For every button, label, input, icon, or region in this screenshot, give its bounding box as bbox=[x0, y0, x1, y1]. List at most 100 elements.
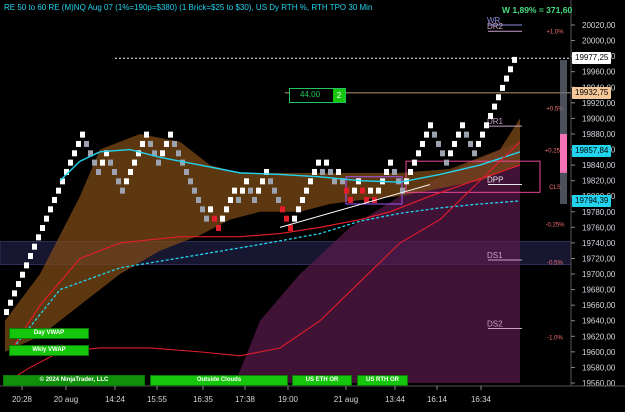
renko-brick bbox=[192, 187, 197, 194]
renko-brick bbox=[472, 150, 477, 157]
renko-brick bbox=[436, 140, 441, 147]
x-tick-label: 13:44 bbox=[385, 395, 406, 404]
renko-brick bbox=[156, 159, 161, 166]
renko-brick bbox=[68, 159, 73, 166]
renko-brick bbox=[408, 168, 413, 175]
renko-brick bbox=[112, 168, 117, 175]
renko-brick bbox=[72, 150, 77, 157]
renko-brick bbox=[476, 140, 481, 147]
wkly-vwap-button[interactable]: Wkly VWAP bbox=[9, 345, 89, 356]
renko-brick bbox=[344, 187, 349, 194]
x-tick-label: 16:14 bbox=[427, 395, 448, 404]
renko-brick bbox=[312, 168, 317, 175]
outside-clouds-button[interactable]: Outside Clouds bbox=[150, 375, 288, 386]
renko-brick bbox=[196, 196, 201, 203]
chart-title: RE 50 to 60 RE (M)NQ Aug 07 (1%=190p=$38… bbox=[4, 3, 373, 12]
chart-canvas[interactable]: WRDR2DR1DPPDS1DS2+1.0%+0.5%+0.25%CLS-0.2… bbox=[0, 0, 625, 412]
price-tag: 19977,25 bbox=[572, 52, 612, 65]
renko-brick bbox=[116, 178, 121, 185]
volume-bar-gray bbox=[560, 60, 567, 204]
renko-brick bbox=[320, 168, 325, 175]
y-tick-label: 19700,00 bbox=[582, 270, 616, 279]
renko-brick bbox=[336, 168, 341, 175]
renko-brick bbox=[164, 140, 169, 147]
renko-brick bbox=[352, 187, 357, 194]
renko-brick bbox=[392, 168, 397, 175]
renko-brick bbox=[416, 150, 421, 157]
renko-brick bbox=[496, 94, 501, 101]
renko-brick bbox=[148, 140, 153, 147]
x-tick-label: 16:34 bbox=[471, 395, 492, 404]
renko-brick bbox=[428, 122, 433, 129]
renko-brick bbox=[184, 168, 189, 175]
renko-brick bbox=[244, 178, 249, 185]
order-quantity-box[interactable]: 44,00 2 bbox=[289, 88, 346, 103]
renko-brick bbox=[316, 159, 321, 166]
renko-brick bbox=[56, 187, 61, 194]
volume-bar-pink bbox=[560, 133, 567, 173]
renko-brick bbox=[396, 178, 401, 185]
renko-brick bbox=[300, 196, 305, 203]
renko-brick bbox=[232, 187, 237, 194]
y-tick-label: 19960,00 bbox=[582, 68, 616, 77]
renko-brick bbox=[40, 225, 45, 232]
renko-brick bbox=[8, 299, 13, 306]
pct-label: +1.0% bbox=[546, 29, 564, 35]
renko-brick bbox=[100, 159, 105, 166]
renko-brick bbox=[324, 159, 329, 166]
y-tick-label: 20020,00 bbox=[582, 21, 616, 30]
x-tick-label: 14:24 bbox=[105, 395, 126, 404]
renko-brick bbox=[28, 253, 33, 260]
renko-brick bbox=[96, 168, 101, 175]
renko-brick bbox=[220, 215, 225, 222]
renko-brick bbox=[348, 196, 353, 203]
renko-brick bbox=[204, 215, 209, 222]
order-count-badge[interactable]: 2 bbox=[333, 89, 345, 102]
renko-brick bbox=[500, 84, 505, 91]
renko-brick bbox=[412, 159, 417, 166]
renko-brick bbox=[288, 225, 293, 232]
renko-brick bbox=[308, 178, 313, 185]
us-rth-or-button[interactable]: US RTH OR bbox=[357, 375, 408, 386]
order-price-value: 44,00 bbox=[300, 90, 321, 99]
renko-brick bbox=[388, 159, 393, 166]
y-tick-label: 19620,00 bbox=[582, 332, 616, 341]
renko-brick bbox=[480, 131, 485, 138]
day-vwap-button[interactable]: Day VWAP bbox=[9, 328, 89, 339]
renko-brick bbox=[276, 196, 281, 203]
us-eth-or-button[interactable]: US ETH OR bbox=[292, 375, 352, 386]
y-tick-label: 19840,00 bbox=[582, 161, 616, 170]
price-tag: 19932,75 bbox=[572, 86, 612, 99]
renko-brick bbox=[504, 75, 509, 82]
renko-brick bbox=[448, 150, 453, 157]
renko-brick bbox=[32, 243, 37, 250]
pct-label: -0.25% bbox=[545, 222, 565, 228]
y-tick-label: 19920,00 bbox=[582, 99, 616, 108]
level-label-dpp: DPP bbox=[487, 176, 503, 185]
renko-brick bbox=[44, 215, 49, 222]
renko-brick bbox=[440, 150, 445, 157]
renko-brick bbox=[48, 206, 53, 213]
renko-brick bbox=[360, 187, 365, 194]
y-tick-label: 19580,00 bbox=[582, 363, 616, 372]
level-label-ds1: DS1 bbox=[487, 251, 503, 260]
copyright-button[interactable]: © 2024 NinjaTrader, LLC bbox=[3, 375, 145, 386]
x-tick-label: 15:55 bbox=[147, 395, 168, 404]
renko-brick bbox=[160, 150, 165, 157]
renko-brick bbox=[468, 140, 473, 147]
renko-brick bbox=[140, 140, 145, 147]
weekly-range-stat: W 1,89% = 371,60 bbox=[502, 5, 573, 15]
x-tick-label: 20 aug bbox=[54, 395, 78, 404]
renko-brick bbox=[292, 215, 297, 222]
renko-brick bbox=[92, 159, 97, 166]
renko-brick bbox=[144, 131, 149, 138]
renko-brick bbox=[16, 281, 21, 288]
renko-brick bbox=[512, 56, 517, 63]
pct-label: -1.0% bbox=[547, 335, 563, 341]
renko-brick bbox=[216, 225, 221, 232]
x-tick-label: 21 aug bbox=[334, 395, 358, 404]
renko-brick bbox=[424, 131, 429, 138]
y-tick-label: 19900,00 bbox=[582, 114, 616, 123]
renko-brick bbox=[280, 206, 285, 213]
renko-brick bbox=[432, 131, 437, 138]
